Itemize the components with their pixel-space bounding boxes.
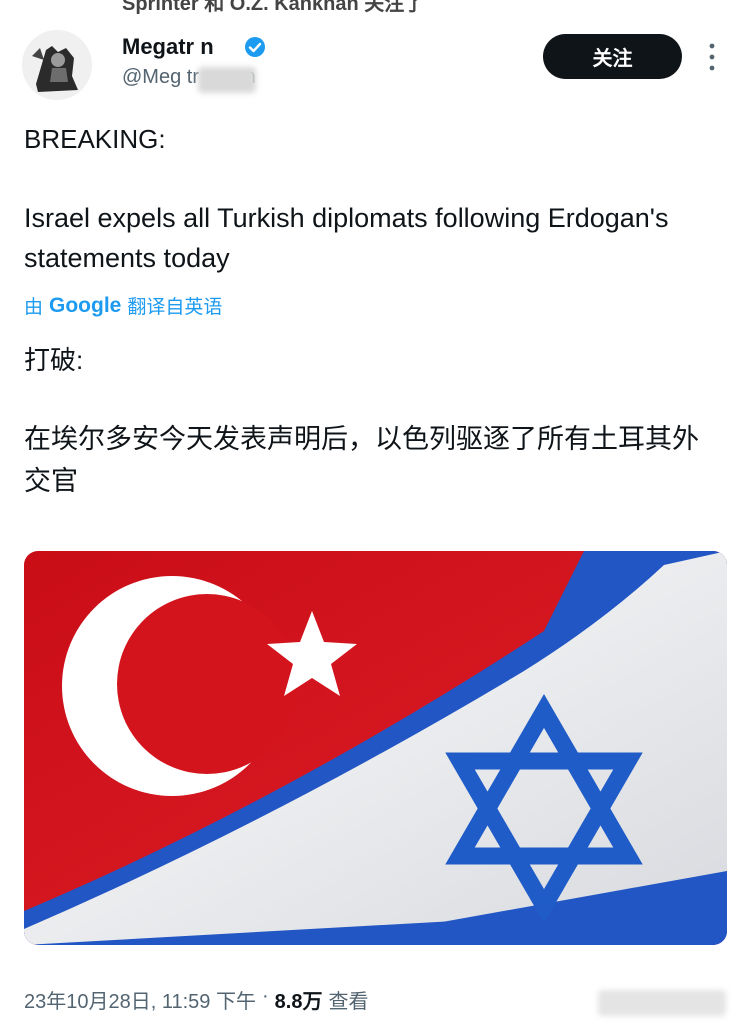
avatar-image: [22, 30, 92, 100]
google-logo: Google: [49, 293, 122, 317]
flags-image: [24, 551, 727, 945]
author-display-name[interactable]: Megatr n: [122, 34, 214, 60]
meta-separator: ·: [261, 985, 269, 1007]
translated-heading: 打破:: [24, 345, 84, 375]
views-count: 8.8万: [274, 991, 323, 1013]
followed-by-strip: Sprinter 和 O.Z. Kankhan 关注了: [0, 0, 750, 14]
redaction-blur: [198, 67, 256, 93]
translation-suffix: 翻译自英语: [127, 297, 223, 318]
views-label: 查看: [328, 991, 369, 1013]
avatar[interactable]: [22, 30, 92, 100]
post-heading: BREAKING:: [24, 124, 166, 154]
followed-by-text: Sprinter 和 O.Z. Kankhan 关注了: [122, 0, 425, 14]
translated-body: 在埃尔多安今天发表声明后，以色列驱逐了所有土耳其外交官: [24, 424, 699, 496]
post-body: Israel expels all Turkish diplomats foll…: [24, 203, 669, 273]
post-timestamp[interactable]: 23年10月28日, 11:59 下午: [24, 985, 256, 1014]
follow-button[interactable]: 关注: [543, 34, 682, 79]
more-vertical-icon[interactable]: [703, 40, 721, 74]
translation-prefix: 由: [24, 297, 44, 318]
verified-badge-icon: [245, 37, 265, 57]
post-meta: 23年10月28日, 11:59 下午 · 8.8万 查看: [24, 985, 368, 1014]
redaction-blur-bottom: [598, 990, 726, 1016]
translation-note[interactable]: 由 Google 翻译自英语: [24, 292, 222, 319]
post-image[interactable]: [24, 551, 727, 945]
